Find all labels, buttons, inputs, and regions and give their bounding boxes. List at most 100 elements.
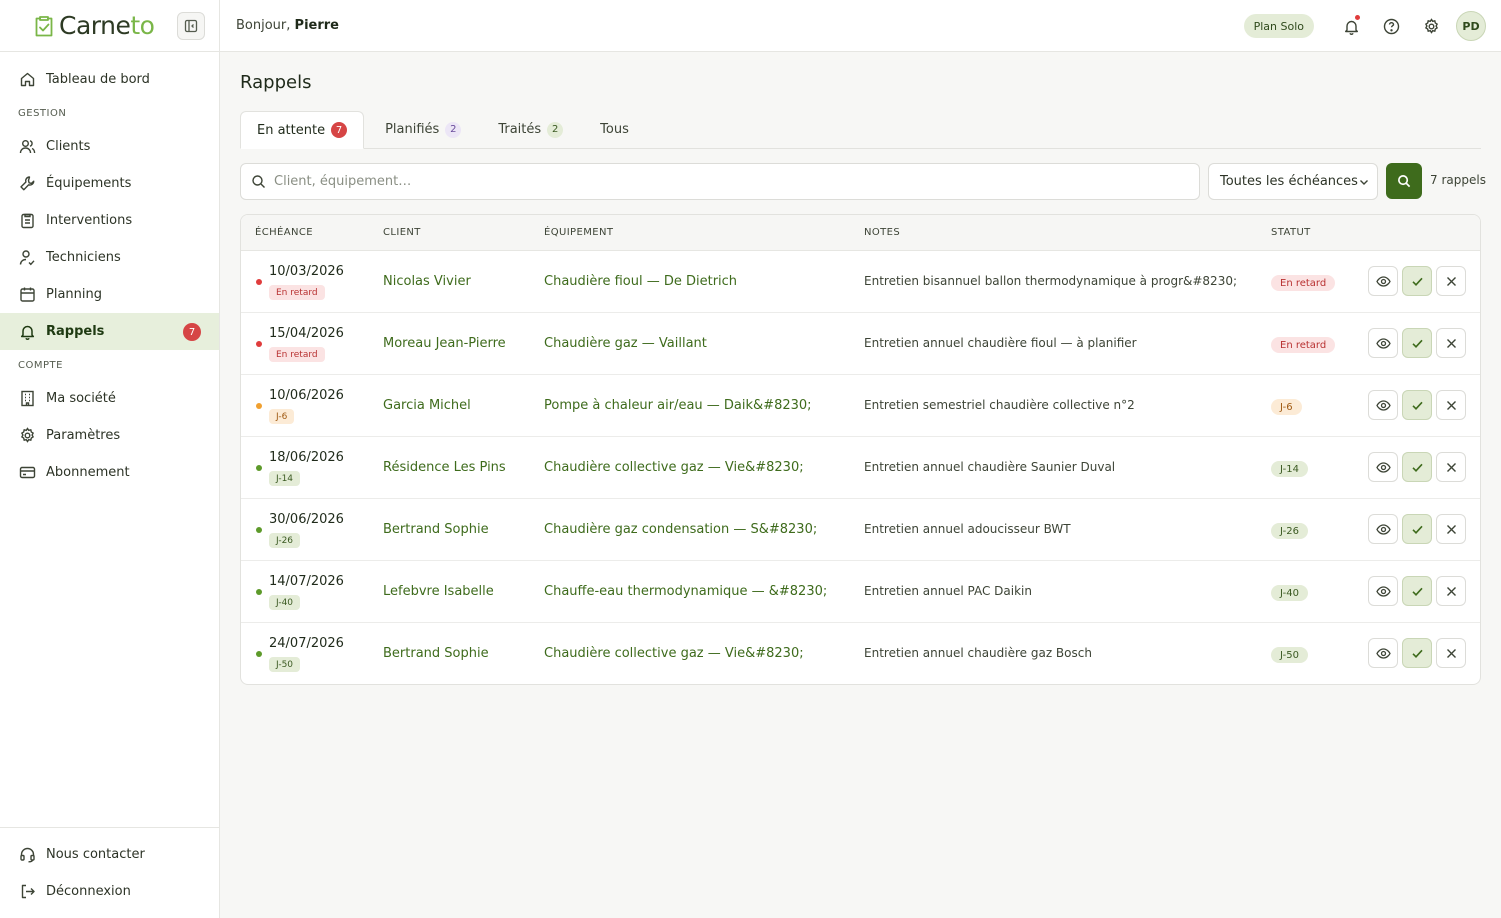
row-actions xyxy=(1368,390,1470,420)
technician-icon xyxy=(19,249,36,266)
row-actions xyxy=(1368,328,1470,358)
sidebar-item-societe[interactable]: Ma société xyxy=(0,380,219,417)
view-button[interactable] xyxy=(1368,390,1398,420)
table-row[interactable]: 14/07/2026 J-40 Lefebvre Isabelle Chauffe-e… xyxy=(241,561,1480,623)
equipment-link[interactable]: Pompe à chaleur air/eau — Daik&#8230; xyxy=(544,398,812,413)
sidebar-item-rappels[interactable]: Rappels 7 xyxy=(0,313,219,350)
close-icon xyxy=(1446,338,1456,348)
mark-done-button[interactable] xyxy=(1402,266,1432,296)
client-link[interactable]: Garcia Michel xyxy=(383,398,471,413)
search-input[interactable] xyxy=(274,174,1174,189)
column-header-client[interactable]: CLIENT xyxy=(383,227,421,238)
table-row[interactable]: 18/06/2026 J-14 Résidence Les Pins Chaudièr… xyxy=(241,437,1480,499)
sidebar-item-abonnement[interactable]: Abonnement xyxy=(0,454,219,491)
view-button[interactable] xyxy=(1368,576,1398,606)
settings-button[interactable] xyxy=(1416,11,1446,41)
deadline-select-value: Toutes les échéances xyxy=(1220,174,1358,189)
mark-done-button[interactable] xyxy=(1402,514,1432,544)
dismiss-button[interactable] xyxy=(1436,390,1466,420)
sidebar-item-planning[interactable]: Planning xyxy=(0,276,219,313)
sidebar-item-logout[interactable]: Déconnexion xyxy=(0,873,219,910)
table-row[interactable]: 24/07/2026 J-50 Bertrand Sophie Chaudière c… xyxy=(241,623,1480,684)
urgency-dot xyxy=(256,527,262,533)
check-icon xyxy=(1411,401,1423,410)
notifications-button[interactable] xyxy=(1336,11,1366,41)
view-button[interactable] xyxy=(1368,266,1398,296)
home-icon xyxy=(19,71,36,88)
notes-text: Entretien annuel chaudière fioul — à pla… xyxy=(864,336,1137,350)
mark-done-button[interactable] xyxy=(1402,390,1432,420)
column-header-notes[interactable]: NOTES xyxy=(864,227,900,238)
equipment-link[interactable]: Chauffe-eau thermodynamique — &#8230; xyxy=(544,584,827,599)
sidebar-item-label: Déconnexion xyxy=(46,884,131,899)
help-button[interactable] xyxy=(1376,11,1406,41)
deadline-select[interactable]: Toutes les échéances xyxy=(1208,163,1378,200)
tab-label: Tous xyxy=(600,122,629,137)
equipment-link[interactable]: Chaudière gaz — Vaillant xyxy=(544,336,707,351)
dismiss-button[interactable] xyxy=(1436,266,1466,296)
mark-done-button[interactable] xyxy=(1402,638,1432,668)
equipment-link[interactable]: Chaudière collective gaz — Vie&#8230; xyxy=(544,460,804,475)
client-link[interactable]: Nicolas Vivier xyxy=(383,274,471,289)
client-link[interactable]: Bertrand Sophie xyxy=(383,522,489,537)
table-row[interactable]: 10/06/2026 J-6 Garcia Michel Pompe à chaleu… xyxy=(241,375,1480,437)
sidebar-item-interventions[interactable]: Interventions xyxy=(0,202,219,239)
mark-done-button[interactable] xyxy=(1402,328,1432,358)
dismiss-button[interactable] xyxy=(1436,514,1466,544)
column-header-deadline[interactable]: ÉCHÉANCE xyxy=(255,227,313,238)
table-row[interactable]: 15/04/2026 En retard Moreau Jean-Pierre Cha… xyxy=(241,313,1480,375)
sidebar-item-contact[interactable]: Nous contacter xyxy=(0,836,219,873)
eye-icon xyxy=(1375,337,1391,349)
deadline-date: 24/07/2026 xyxy=(269,636,344,651)
search-button[interactable] xyxy=(1386,163,1422,199)
calendar-icon xyxy=(19,286,36,303)
equipment-link[interactable]: Chaudière gaz condensation — S&#8230; xyxy=(544,522,817,537)
dismiss-button[interactable] xyxy=(1436,638,1466,668)
tab-traites[interactable]: Traités 2 xyxy=(482,111,579,148)
sidebar-item-clients[interactable]: Clients xyxy=(0,128,219,165)
deadline-date: 30/06/2026 xyxy=(269,512,344,527)
search-icon xyxy=(252,175,265,188)
deadline-date: 18/06/2026 xyxy=(269,450,344,465)
sidebar-item-dashboard[interactable]: Tableau de bord xyxy=(0,61,219,98)
view-button[interactable] xyxy=(1368,514,1398,544)
client-link[interactable]: Bertrand Sophie xyxy=(383,646,489,661)
view-button[interactable] xyxy=(1368,328,1398,358)
sidebar-item-techniciens[interactable]: Techniciens xyxy=(0,239,219,276)
notes-text: Entretien bisannuel ballon thermodynamiq… xyxy=(864,274,1238,288)
client-link[interactable]: Résidence Les Pins xyxy=(383,460,506,475)
client-link[interactable]: Moreau Jean-Pierre xyxy=(383,336,506,351)
sidebar-item-equipements[interactable]: Équipements xyxy=(0,165,219,202)
row-actions xyxy=(1368,514,1470,544)
tab-tous[interactable]: Tous xyxy=(584,111,645,148)
equipment-link[interactable]: Chaudière fioul — De Dietrich xyxy=(544,274,737,289)
logout-icon xyxy=(19,883,36,900)
eye-icon xyxy=(1375,585,1391,597)
greeting-prefix: Bonjour, xyxy=(236,18,291,33)
dismiss-button[interactable] xyxy=(1436,576,1466,606)
check-icon xyxy=(1411,339,1423,348)
rappels-count-badge: 7 xyxy=(183,323,201,341)
tab-planifies[interactable]: Planifiés 2 xyxy=(369,111,477,148)
plan-badge[interactable]: Plan Solo xyxy=(1243,14,1314,38)
tab-en-attente[interactable]: En attente 7 xyxy=(240,111,365,149)
sidebar-nav: Tableau de bord GESTION Clients Équipeme… xyxy=(0,52,219,491)
table-row[interactable]: 10/03/2026 En retard Nicolas Vivier Chaudiè… xyxy=(241,251,1480,313)
dismiss-button[interactable] xyxy=(1436,328,1466,358)
table-row[interactable]: 30/06/2026 J-26 Bertrand Sophie Chaudière g… xyxy=(241,499,1480,561)
mark-done-button[interactable] xyxy=(1402,452,1432,482)
dismiss-button[interactable] xyxy=(1436,452,1466,482)
mark-done-button[interactable] xyxy=(1402,576,1432,606)
client-link[interactable]: Lefebvre Isabelle xyxy=(383,584,494,599)
tabs: En attente 7 Planifiés 2 Traités 2 Tous xyxy=(240,111,1481,149)
view-button[interactable] xyxy=(1368,638,1398,668)
sidebar-toggle-button[interactable] xyxy=(177,12,205,40)
equipment-link[interactable]: Chaudière collective gaz — Vie&#8230; xyxy=(544,646,804,661)
sidebar-item-parametres[interactable]: Paramètres xyxy=(0,417,219,454)
sidebar-item-label: Rappels xyxy=(46,324,105,339)
column-header-status[interactable]: STATUT xyxy=(1271,227,1311,238)
column-header-equipment[interactable]: ÉQUIPEMENT xyxy=(544,227,613,238)
avatar[interactable]: PD xyxy=(1456,11,1486,41)
view-button[interactable] xyxy=(1368,452,1398,482)
search-field[interactable] xyxy=(240,163,1200,200)
